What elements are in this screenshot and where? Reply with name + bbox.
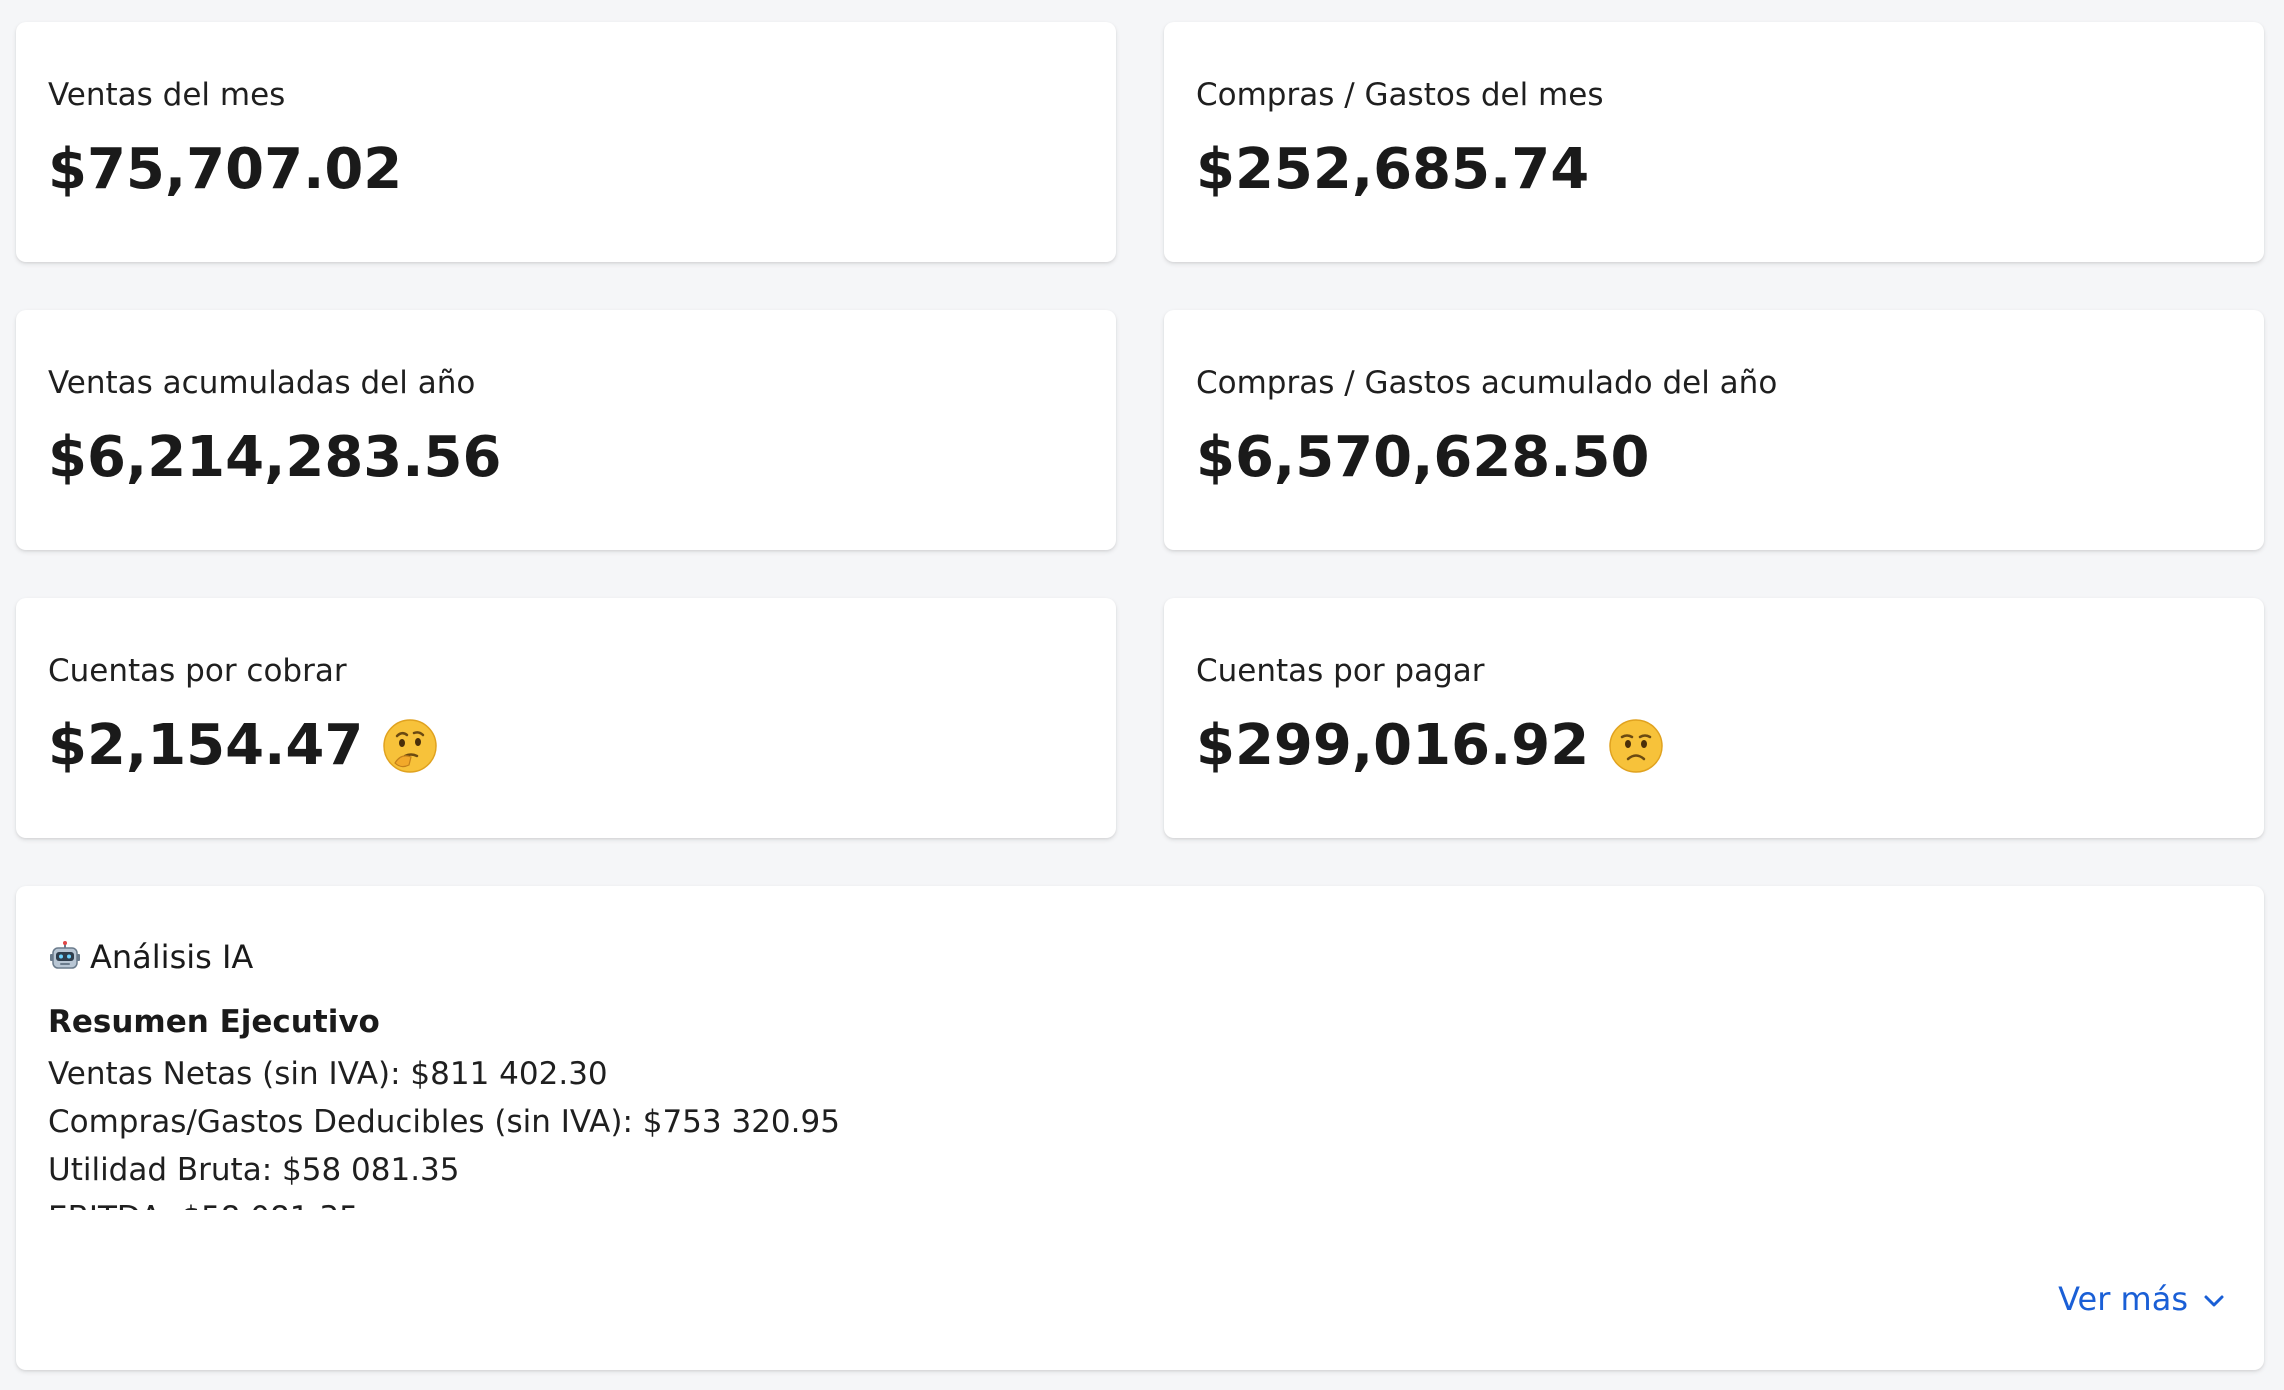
ai-summary-heading: Resumen Ejecutivo	[48, 1004, 380, 1040]
kpi-value-text: $2,154.47	[48, 713, 364, 778]
kpi-value: $6,214,283.56	[48, 425, 501, 490]
ai-summary-line: EBITDA: $58 081.35	[48, 1194, 1548, 1210]
kpi-card-payable: Cuentas por pagar $299,016.92	[1164, 598, 2264, 838]
kpi-value-text: $75,707.02	[48, 137, 403, 202]
ai-summary-text: Ventas Netas (sin IVA): $811 402.30 Comp…	[48, 1050, 1548, 1210]
thinking-face-icon	[381, 717, 439, 775]
ai-analysis-title: Análisis IA	[48, 938, 253, 976]
kpi-label: Ventas del mes	[48, 77, 286, 113]
robot-icon	[48, 940, 82, 974]
ai-summary-line: Ventas Netas (sin IVA): $811 402.30	[48, 1056, 608, 1092]
kpi-value: $75,707.02	[48, 137, 402, 202]
kpi-value-text: $299,016.92	[1196, 713, 1590, 778]
see-more-button[interactable]: Ver más	[2058, 1280, 2228, 1318]
chevron-down-icon	[2200, 1285, 2228, 1313]
kpi-label: Ventas acumuladas del año	[48, 365, 476, 401]
kpi-value: $299,016.92	[1196, 713, 1665, 778]
ai-analysis-title-text: Análisis IA	[90, 938, 254, 976]
ai-summary-line: Utilidad Bruta: $58 081.35	[48, 1152, 460, 1188]
dashboard-page: Ventas del mes $75,707.02 Compras / Gast…	[0, 0, 2284, 1390]
worried-face-icon	[1607, 717, 1665, 775]
kpi-value: $6,570,628.50	[1196, 425, 1649, 490]
kpi-value: $2,154.47	[48, 713, 439, 778]
kpi-card-sales-year: Ventas acumuladas del año $6,214,283.56	[16, 310, 1116, 550]
kpi-label: Compras / Gastos acumulado del año	[1196, 365, 1778, 401]
ai-analysis-content: Resumen Ejecutivo Ventas Netas (sin IVA)…	[48, 1004, 1548, 1210]
kpi-label: Cuentas por pagar	[1196, 653, 1485, 689]
kpi-value-text: $252,685.74	[1196, 137, 1590, 202]
kpi-value-text: $6,214,283.56	[48, 425, 502, 490]
kpi-label: Cuentas por cobrar	[48, 653, 347, 689]
kpi-card-sales-month: Ventas del mes $75,707.02	[16, 22, 1116, 262]
see-more-label: Ver más	[2058, 1280, 2188, 1318]
ai-analysis-card: Análisis IA Resumen Ejecutivo Ventas Net…	[16, 886, 2264, 1370]
kpi-card-purchases-year: Compras / Gastos acumulado del año $6,57…	[1164, 310, 2264, 550]
kpi-value: $252,685.74	[1196, 137, 1589, 202]
kpi-value-text: $6,570,628.50	[1196, 425, 1650, 490]
ai-summary-line: Compras/Gastos Deducibles (sin IVA): $75…	[48, 1104, 840, 1140]
kpi-label: Compras / Gastos del mes	[1196, 77, 1604, 113]
kpi-card-receivable: Cuentas por cobrar $2,154.47	[16, 598, 1116, 838]
kpi-card-purchases-month: Compras / Gastos del mes $252,685.74	[1164, 22, 2264, 262]
